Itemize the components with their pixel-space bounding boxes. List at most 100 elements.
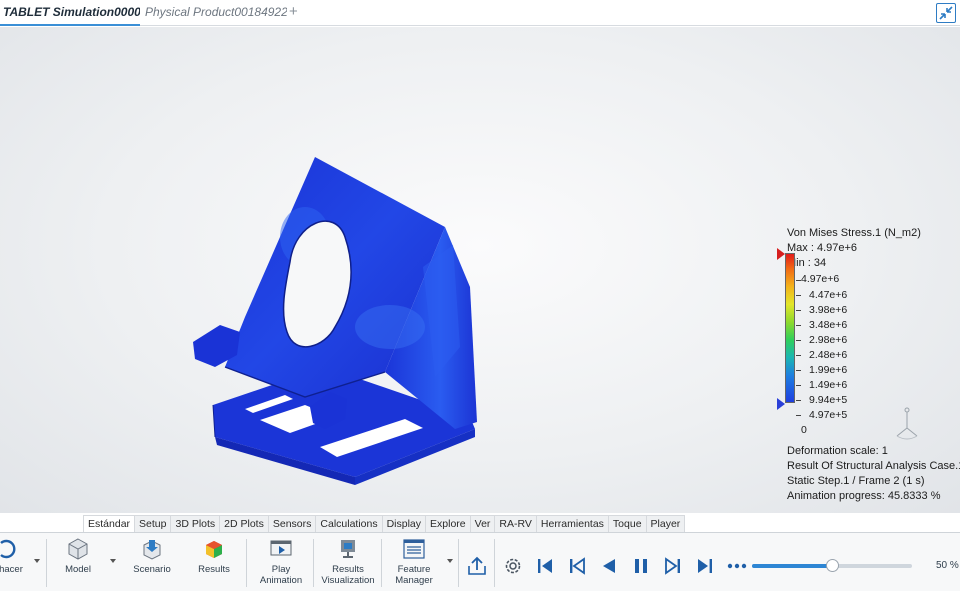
- speed-value: 50 %: [936, 560, 959, 571]
- step-forward-icon[interactable]: [662, 555, 684, 577]
- model-label: Model: [65, 564, 91, 575]
- pause-icon[interactable]: [630, 555, 652, 577]
- feature-manager-label-1: Feature: [397, 564, 431, 575]
- play-animation-button[interactable]: Play Animation: [257, 537, 305, 586]
- play-animation-icon: [270, 540, 292, 556]
- legend-tick: [796, 310, 801, 311]
- undo-button[interactable]: hacer: [0, 537, 26, 575]
- feature-manager-icon: [403, 539, 425, 559]
- legend-title: Von Mises Stress.1 (N_m2) Max : 4.97e+6 …: [787, 226, 921, 271]
- ribbon-tab-sensors[interactable]: Sensors: [267, 515, 317, 532]
- dropdown-arrow-icon[interactable]: [34, 559, 40, 563]
- add-tab-button[interactable]: +: [289, 3, 298, 20]
- compass-icon[interactable]: [892, 406, 922, 446]
- results-label: Results: [198, 564, 230, 575]
- dropdown-arrow-icon[interactable]: [110, 559, 116, 563]
- legend-label: 4.47e+6: [809, 289, 848, 301]
- ribbon-tab-estandar[interactable]: Estándar: [83, 515, 136, 532]
- legend-max: Max : 4.97e+6: [787, 242, 858, 254]
- dropdown-arrow-icon[interactable]: [447, 559, 453, 563]
- ribbon-tab-display[interactable]: Display: [381, 515, 427, 532]
- results-button[interactable]: Results: [194, 537, 234, 575]
- model-cube-icon: [68, 538, 88, 560]
- feature-manager-button[interactable]: Feature Manager: [389, 537, 439, 586]
- ribbon-tab-player[interactable]: Player: [645, 515, 686, 532]
- result-name: Result Of Structural Analysis Case.1: [787, 460, 960, 472]
- separator: [46, 539, 47, 587]
- legend-tick: [796, 370, 801, 371]
- ribbon-tab-setup[interactable]: Setup: [134, 515, 172, 532]
- scenario-button[interactable]: Scenario: [132, 537, 172, 575]
- slider-handle[interactable]: [826, 559, 839, 572]
- play-backward-icon[interactable]: [598, 555, 620, 577]
- legend-tick: [796, 325, 801, 326]
- export-icon[interactable]: [466, 555, 488, 577]
- separator: [381, 539, 382, 587]
- legend-label: 0: [801, 424, 807, 436]
- separator: [246, 539, 247, 587]
- undo-label: hacer: [0, 564, 23, 575]
- legend-colorbar[interactable]: [785, 253, 795, 403]
- legend-label: 2.98e+6: [809, 334, 848, 346]
- separator: [458, 539, 459, 587]
- legend-label: 2.48e+6: [809, 349, 848, 361]
- scenario-icon: [143, 540, 161, 560]
- ribbon-tab-2d-plots[interactable]: 2D Plots: [219, 515, 269, 532]
- legend-label: 3.48e+6: [809, 319, 848, 331]
- ribbon-tab-ra-rv[interactable]: RA-RV: [494, 515, 537, 532]
- play-animation-label-2: Animation: [259, 575, 303, 586]
- ribbon-panel: hacer Model Scenario Results Play Animat…: [0, 532, 960, 591]
- ribbon-tab-calculations[interactable]: Calculations: [315, 515, 383, 532]
- legend-min: Min : 34: [787, 257, 827, 269]
- results-visualization-button[interactable]: Results Visualization ...: [317, 537, 379, 591]
- legend-label: 4.97e+5: [809, 409, 848, 421]
- animation-progress: Animation progress: 45.8333 %: [787, 490, 941, 502]
- results-visualization-icon: [341, 540, 355, 558]
- slider-fill: [752, 564, 832, 568]
- scenario-label: Scenario: [133, 564, 171, 575]
- model-button[interactable]: Model: [58, 537, 98, 575]
- speed-slider[interactable]: [752, 559, 912, 572]
- legend-min-marker[interactable]: [777, 398, 785, 410]
- ribbon-tab-explore[interactable]: Explore: [425, 515, 471, 532]
- undo-icon: [0, 539, 16, 559]
- separator: [494, 539, 495, 587]
- legend-tick: [796, 385, 801, 386]
- ribbon-tab-herramientas[interactable]: Herramientas: [535, 515, 609, 532]
- 3d-viewport[interactable]: Von Mises Stress.1 (N_m2) Max : 4.97e+6 …: [0, 27, 960, 513]
- legend-tick: [796, 400, 801, 401]
- legend-tick: [796, 340, 801, 341]
- separator: [313, 539, 314, 587]
- play-animation-label-1: Play: [271, 564, 291, 575]
- document-tab-bar: TABLET Simulation000002 Physical Product…: [0, 0, 960, 26]
- collapse-icon: [939, 6, 953, 20]
- legend-label: 1.49e+6: [809, 379, 848, 391]
- legend-max-marker[interactable]: [777, 248, 785, 260]
- step-backward-icon[interactable]: [566, 555, 588, 577]
- ribbon-tab-3d-plots[interactable]: 3D Plots: [170, 515, 221, 532]
- legend-label: 4.97e+6: [801, 273, 840, 285]
- legend-tick: [796, 355, 801, 356]
- deformation-scale: Deformation scale: 1: [787, 445, 888, 457]
- legend-tick: [796, 415, 801, 416]
- tab-simulation[interactable]: TABLET Simulation000002: [0, 0, 140, 26]
- step-frame: Static Step.1 / Frame 2 (1 s): [787, 475, 925, 487]
- go-to-end-icon[interactable]: [694, 555, 716, 577]
- feature-manager-label-2: Manager: [395, 575, 433, 586]
- tab-physical-product[interactable]: Physical Product00184922 A.1: [145, 0, 287, 26]
- legend-tick: [796, 295, 801, 296]
- settings-gear-icon[interactable]: [502, 555, 524, 577]
- go-to-start-icon[interactable]: [534, 555, 556, 577]
- tablet-stand-model[interactable]: [185, 127, 495, 517]
- results-icon: [206, 541, 222, 558]
- restore-window-button[interactable]: [936, 3, 956, 23]
- ribbon-tab-bar: Estándar Setup 3D Plots 2D Plots Sensors…: [83, 515, 686, 532]
- ribbon-tab-ver[interactable]: Ver: [469, 515, 496, 532]
- legend-label: 9.94e+5: [809, 394, 848, 406]
- results-visualization-label-1: Results: [332, 564, 364, 575]
- more-options-icon[interactable]: [726, 555, 748, 577]
- ribbon-tab-toque[interactable]: Toque: [607, 515, 647, 532]
- legend-label: 1.99e+6: [809, 364, 848, 376]
- results-visualization-label-2: Visualization ...: [321, 575, 375, 591]
- legend-label: 3.98e+6: [809, 304, 848, 316]
